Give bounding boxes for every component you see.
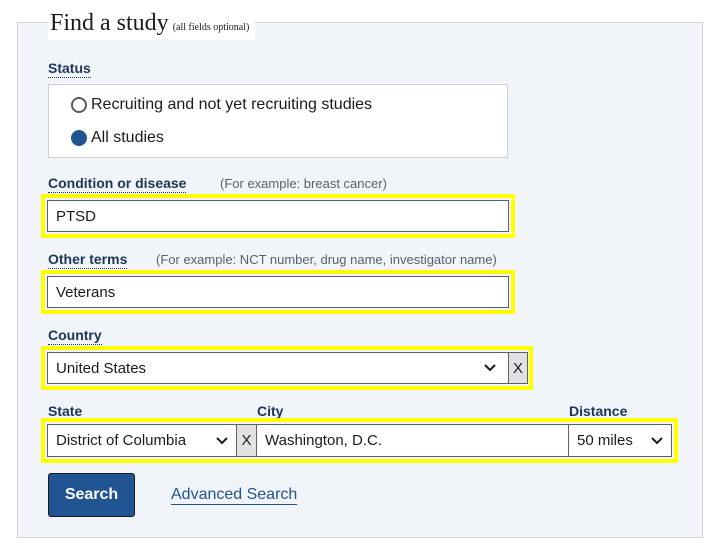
search-button-label: Search bbox=[64, 486, 119, 503]
country-select[interactable]: United States bbox=[47, 352, 509, 384]
other-terms-value: Veterans bbox=[56, 283, 116, 301]
other-terms-input[interactable]: Veterans bbox=[47, 276, 509, 308]
condition-hint: (For example: breast cancer) bbox=[220, 176, 387, 191]
city-input[interactable]: Washington, D.C. bbox=[256, 424, 569, 457]
condition-value: PTSD bbox=[56, 207, 97, 225]
clear-icon: X bbox=[241, 432, 252, 449]
form-legend: Find a study (all fields optional) bbox=[48, 8, 256, 40]
status-label: Status bbox=[48, 60, 91, 78]
clear-icon: X bbox=[512, 359, 523, 377]
country-label: Country bbox=[48, 327, 102, 345]
distance-selected: 50 miles bbox=[577, 432, 633, 449]
status-option-label: All studies bbox=[91, 129, 164, 146]
form-title: Find a study bbox=[50, 10, 169, 36]
advanced-search-link[interactable]: Advanced Search bbox=[171, 486, 298, 505]
search-button[interactable]: Search bbox=[48, 473, 135, 517]
country-selected: United States bbox=[56, 359, 147, 377]
chevron-down-icon bbox=[482, 360, 498, 376]
form-subtitle: (all fields optional) bbox=[172, 22, 250, 33]
condition-label: Condition or disease bbox=[48, 175, 187, 193]
other-terms-hint: (For example: NCT number, drug name, inv… bbox=[156, 252, 497, 267]
state-selected: District of Columbia bbox=[56, 432, 187, 449]
distance-select[interactable]: 50 miles bbox=[568, 424, 672, 457]
chevron-down-icon bbox=[214, 433, 230, 449]
status-option-recruiting[interactable]: Recruiting and not yet recruiting studie… bbox=[71, 96, 372, 114]
status-radio-group: Recruiting and not yet recruiting studie… bbox=[48, 84, 508, 158]
other-terms-label: Other terms bbox=[48, 251, 128, 269]
state-clear-button[interactable]: X bbox=[236, 424, 257, 457]
city-value: Washington, D.C. bbox=[265, 432, 382, 449]
status-option-label: Recruiting and not yet recruiting studie… bbox=[91, 96, 373, 113]
chevron-down-icon bbox=[649, 433, 665, 449]
condition-input[interactable]: PTSD bbox=[47, 200, 509, 232]
status-option-all[interactable]: All studies bbox=[71, 129, 164, 147]
state-select[interactable]: District of Columbia bbox=[47, 424, 237, 457]
radio-unchecked-icon[interactable] bbox=[71, 97, 87, 113]
radio-checked-icon[interactable] bbox=[71, 130, 87, 146]
country-clear-button[interactable]: X bbox=[508, 352, 528, 384]
